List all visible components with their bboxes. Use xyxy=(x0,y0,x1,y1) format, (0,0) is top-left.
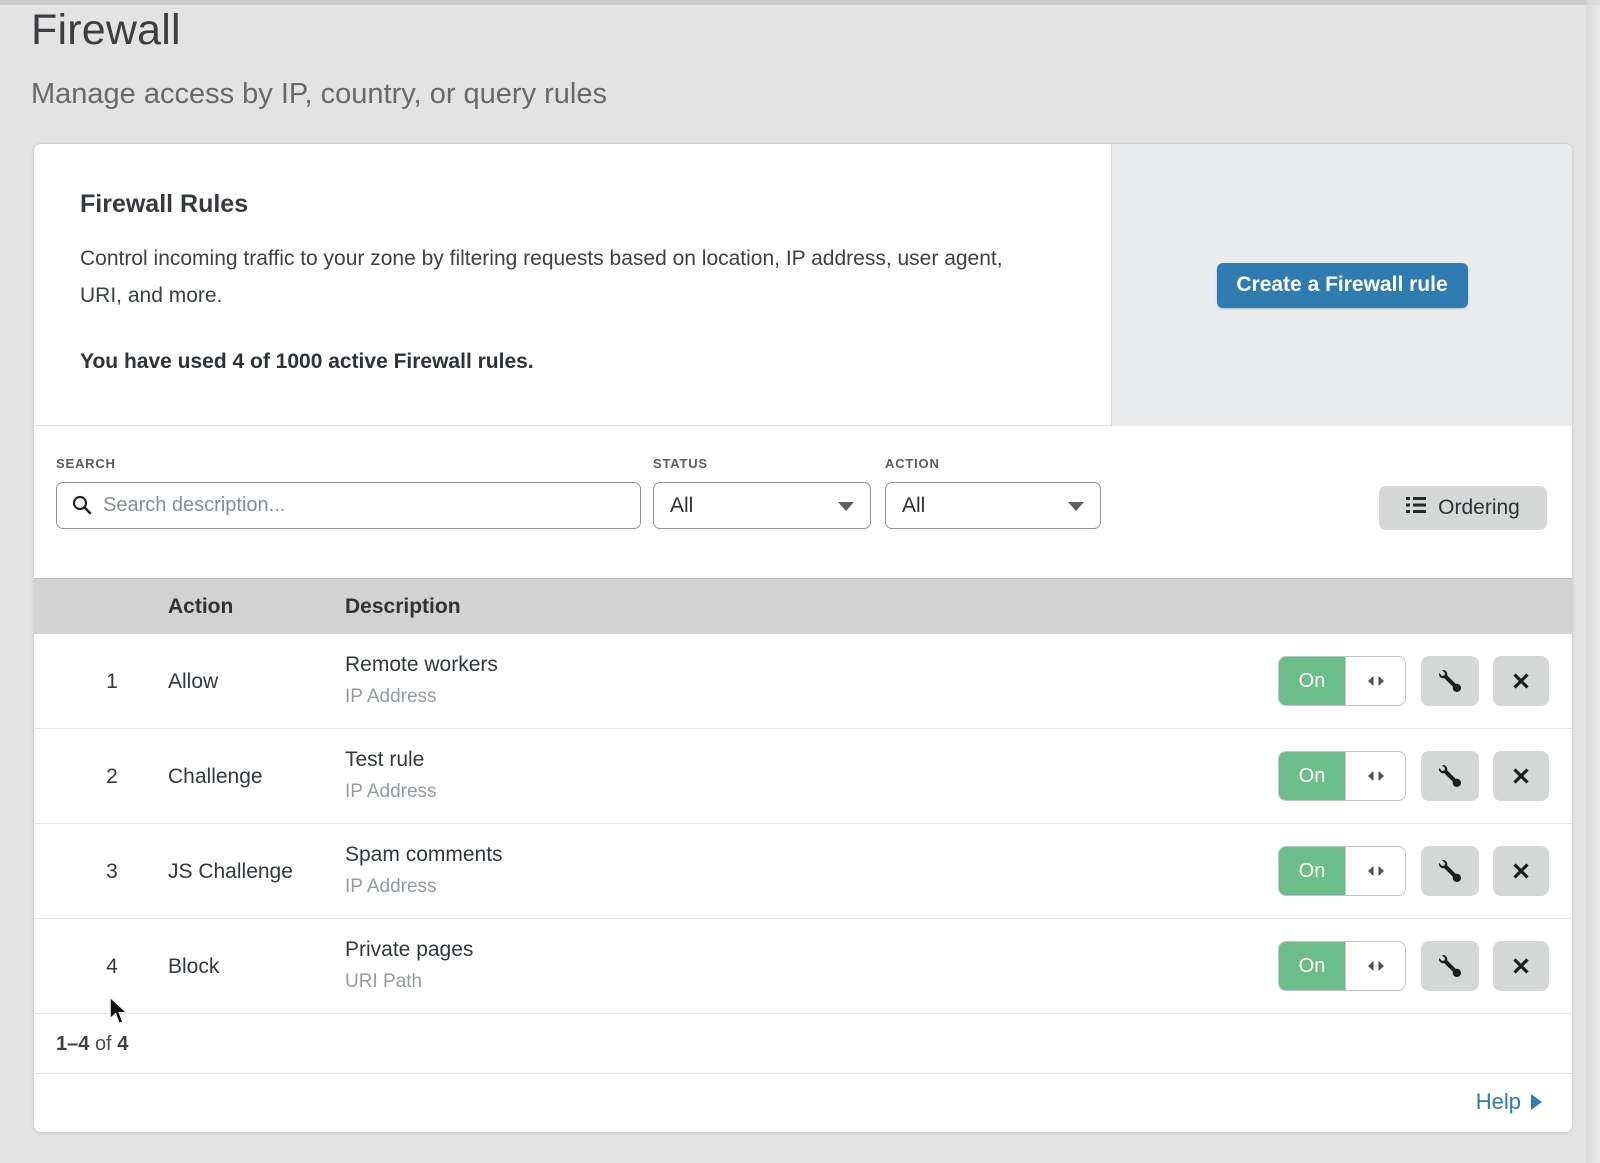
edit-rule-button[interactable] xyxy=(1421,941,1479,991)
left-right-arrows-icon xyxy=(1366,675,1386,687)
search-label: SEARCH xyxy=(56,456,116,471)
delete-rule-button[interactable] xyxy=(1493,751,1549,801)
status-select[interactable]: All xyxy=(653,482,871,529)
toggle-on-label: On xyxy=(1279,657,1345,705)
table-row: 3 JS Challenge Spam comments IP Address … xyxy=(34,824,1572,919)
pagination-range: 1–4 xyxy=(56,1033,89,1055)
edit-rule-button[interactable] xyxy=(1421,846,1479,896)
close-icon xyxy=(1511,861,1531,881)
rule-description: Test rule xyxy=(345,748,424,772)
rules-usage-text: You have used 4 of 1000 active Firewall … xyxy=(80,350,534,374)
rule-enabled-toggle[interactable]: On xyxy=(1278,751,1406,801)
toggle-drag-handle[interactable] xyxy=(1345,942,1405,990)
rule-match-type: IP Address xyxy=(345,781,437,803)
close-icon xyxy=(1511,956,1531,976)
pagination-row: 1–4 of 4 xyxy=(34,1014,1572,1074)
action-label: ACTION xyxy=(885,456,940,471)
close-icon xyxy=(1511,671,1531,691)
rule-match-type: IP Address xyxy=(345,876,437,898)
left-right-arrows-icon xyxy=(1366,865,1386,877)
rules-table-header: Action Description xyxy=(34,578,1572,634)
rule-action: Allow xyxy=(168,634,218,729)
wrench-icon xyxy=(1439,670,1461,692)
delete-rule-button[interactable] xyxy=(1493,846,1549,896)
help-row: Help xyxy=(34,1074,1572,1133)
rule-enabled-toggle[interactable]: On xyxy=(1278,941,1406,991)
toggle-drag-handle[interactable] xyxy=(1345,657,1405,705)
status-label: STATUS xyxy=(653,456,708,471)
rule-action: Challenge xyxy=(168,729,263,824)
rule-action: JS Challenge xyxy=(168,824,293,919)
search-icon xyxy=(71,494,93,521)
rule-match-type: URI Path xyxy=(345,971,422,993)
left-right-arrows-icon xyxy=(1366,960,1386,972)
wrench-icon xyxy=(1439,955,1461,977)
page-title: Firewall xyxy=(31,6,181,55)
arrow-right-icon xyxy=(1531,1094,1542,1110)
rules-table-body: 1 Allow Remote workers IP Address On xyxy=(34,634,1572,1014)
delete-rule-button[interactable] xyxy=(1493,656,1549,706)
rule-enabled-toggle[interactable]: On xyxy=(1278,656,1406,706)
section-heading: Firewall Rules xyxy=(80,190,248,219)
rule-description: Remote workers xyxy=(345,653,498,677)
create-rule-panel: Create a Firewall rule xyxy=(1111,144,1572,426)
action-select[interactable]: All xyxy=(885,482,1101,529)
pagination-of: of xyxy=(95,1033,112,1055)
search-field-wrapper xyxy=(56,482,641,529)
section-description: Control incoming traffic to your zone by… xyxy=(80,240,1030,314)
pagination-total: 4 xyxy=(117,1033,128,1055)
help-link[interactable]: Help xyxy=(1476,1074,1542,1130)
close-icon xyxy=(1511,766,1531,786)
chevron-down-icon xyxy=(1068,502,1084,511)
ordering-button-label: Ordering xyxy=(1438,496,1520,520)
wrench-icon xyxy=(1439,860,1461,882)
action-select-value: All xyxy=(902,494,925,517)
help-link-label: Help xyxy=(1476,1074,1521,1130)
chevron-down-icon xyxy=(838,502,854,511)
ordering-button[interactable]: Ordering xyxy=(1379,486,1547,530)
firewall-rules-hero: Firewall Rules Control incoming traffic … xyxy=(34,144,1572,426)
toggle-on-label: On xyxy=(1279,752,1345,800)
create-firewall-rule-button[interactable]: Create a Firewall rule xyxy=(1217,263,1468,308)
rule-description: Private pages xyxy=(345,938,473,962)
edit-rule-button[interactable] xyxy=(1421,751,1479,801)
status-select-value: All xyxy=(670,494,693,517)
table-row: 2 Challenge Test rule IP Address On xyxy=(34,729,1572,824)
rule-priority: 2 xyxy=(94,729,130,824)
column-header-description: Description xyxy=(345,579,461,635)
rule-enabled-toggle[interactable]: On xyxy=(1278,846,1406,896)
toggle-drag-handle[interactable] xyxy=(1345,752,1405,800)
search-input[interactable] xyxy=(56,482,641,529)
rule-description: Spam comments xyxy=(345,843,503,867)
toggle-on-label: On xyxy=(1279,847,1345,895)
toggle-drag-handle[interactable] xyxy=(1345,847,1405,895)
window-top-edge xyxy=(0,0,1600,5)
table-row: 1 Allow Remote workers IP Address On xyxy=(34,634,1572,729)
column-header-action: Action xyxy=(168,579,233,635)
wrench-icon xyxy=(1439,765,1461,787)
left-right-arrows-icon xyxy=(1366,770,1386,782)
rule-priority: 1 xyxy=(94,634,130,729)
rule-match-type: IP Address xyxy=(345,686,437,708)
rule-action: Block xyxy=(168,919,219,1014)
delete-rule-button[interactable] xyxy=(1493,941,1549,991)
firewall-rules-card: Firewall Rules Control incoming traffic … xyxy=(33,143,1573,1133)
edit-rule-button[interactable] xyxy=(1421,656,1479,706)
table-row: 4 Block Private pages URI Path On xyxy=(34,919,1572,1014)
list-icon xyxy=(1406,496,1426,520)
rule-priority: 4 xyxy=(94,919,130,1014)
page-subtitle: Manage access by IP, country, or query r… xyxy=(31,78,607,111)
window-right-edge xyxy=(1586,0,1600,1163)
toggle-on-label: On xyxy=(1279,942,1345,990)
rule-priority: 3 xyxy=(94,824,130,919)
